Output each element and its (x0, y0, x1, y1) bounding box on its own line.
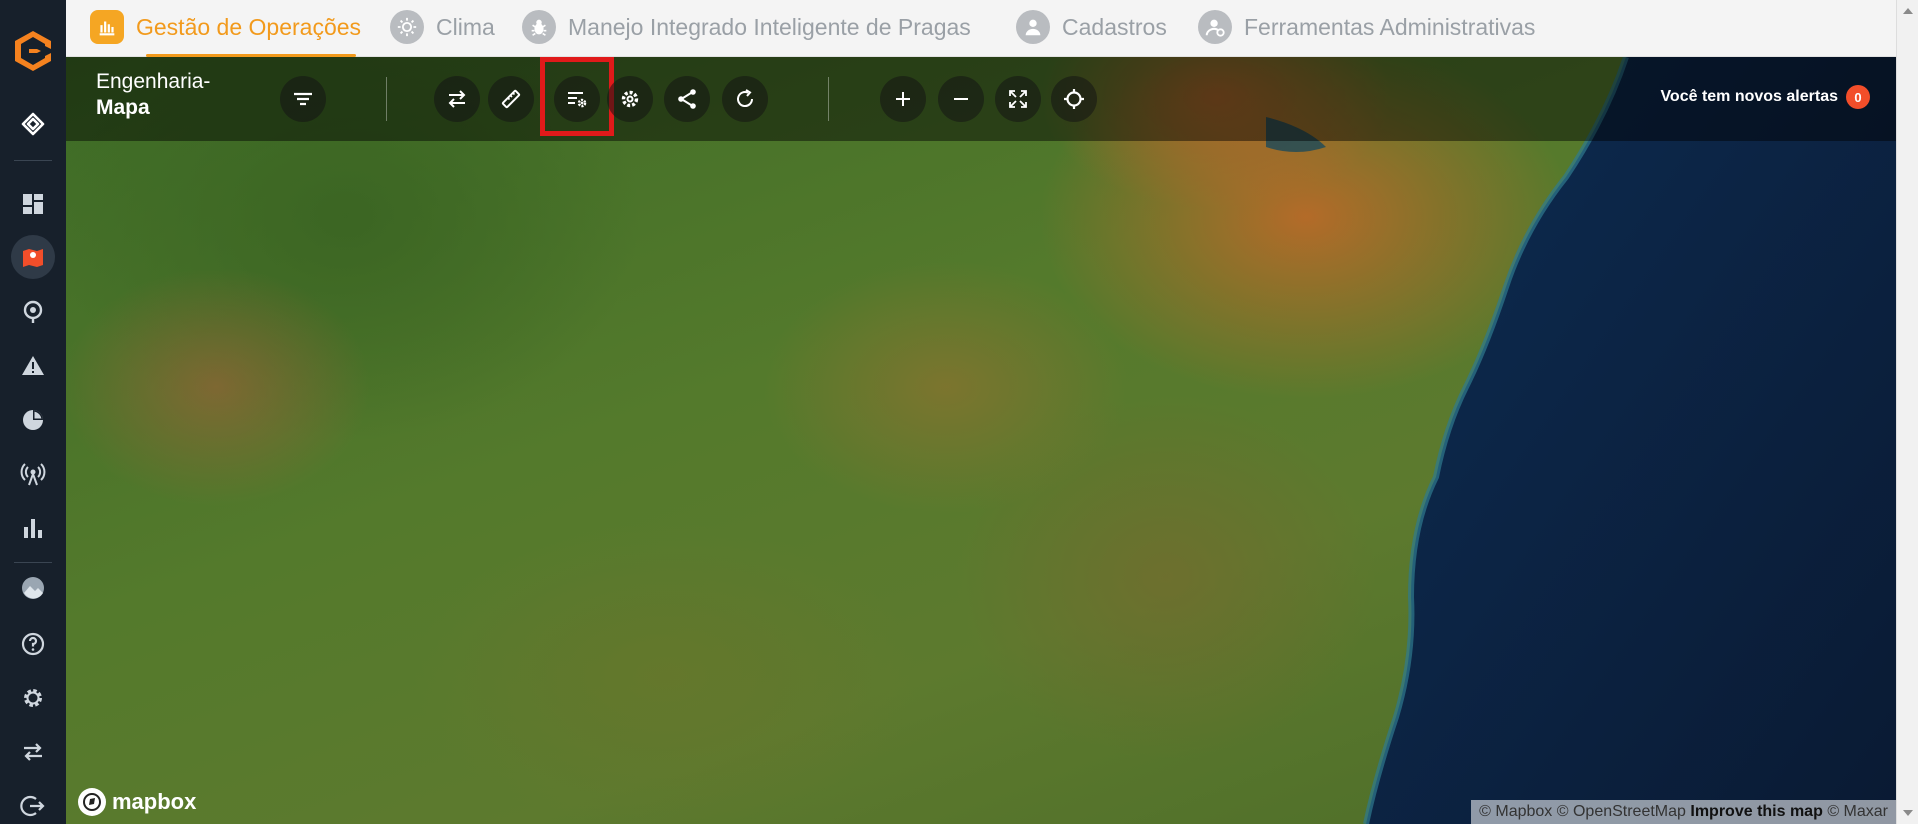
diamond-icon[interactable] (11, 102, 55, 146)
logo-icon[interactable] (8, 26, 58, 76)
satellite-pin-icon[interactable] (11, 290, 55, 334)
warning-icon[interactable] (11, 344, 55, 388)
settings-icon[interactable] (11, 676, 55, 720)
alerts-text: Você tem novos alertas (1660, 88, 1838, 105)
map-attribution: © Mapbox © OpenStreetMap Improve this ma… (1471, 800, 1896, 824)
gear-icon (621, 90, 639, 108)
attribution-maxar[interactable]: © Maxar (1827, 803, 1888, 820)
bug-icon (522, 10, 556, 44)
logout-icon[interactable] (11, 784, 55, 824)
toolbar-divider (828, 77, 829, 121)
left-rail (0, 0, 66, 824)
mapbox-logo[interactable]: mapbox (78, 788, 196, 816)
admin-user-icon (1198, 10, 1232, 44)
rail-divider (14, 160, 52, 161)
pie-chart-icon[interactable] (11, 398, 55, 442)
locate-icon (1064, 89, 1084, 109)
alerts-badge: 0 (1846, 85, 1870, 109)
refresh-icon (737, 89, 754, 108)
dashboard-icon[interactable] (11, 182, 55, 226)
mapbox-logo-text: mapbox (112, 789, 197, 814)
share-button[interactable] (664, 76, 710, 122)
ocean-area (1266, 57, 1896, 824)
highlight-box (540, 57, 614, 136)
alerts-indicator[interactable]: Você tem novos alertas 0 (1660, 85, 1870, 109)
fullscreen-button[interactable] (995, 76, 1041, 122)
scroll-down-icon[interactable] (1903, 810, 1913, 816)
fullscreen-icon (1009, 90, 1027, 108)
attribution-improve[interactable]: Improve this map (1690, 803, 1822, 820)
satellite-map[interactable]: Engenharia- Mapa Você tem novos alertas … (66, 57, 1896, 824)
filter-button[interactable] (280, 76, 326, 122)
scroll-up-icon[interactable] (1903, 8, 1913, 14)
swap-icon[interactable] (11, 730, 55, 774)
bar-chart-icon[interactable] (11, 506, 55, 550)
tab-ferramentas-administrativas[interactable]: Ferramentas Administrativas (1198, 0, 1535, 54)
rail-divider (14, 562, 52, 563)
map-title-line2: Mapa (96, 96, 150, 119)
map-pin-icon[interactable] (11, 235, 55, 279)
user-icon (1016, 10, 1050, 44)
map-title-line1: Engenharia- (96, 70, 211, 93)
mapbox-logo-icon (78, 788, 106, 816)
avatar[interactable] (11, 566, 55, 610)
measure-button[interactable] (488, 76, 534, 122)
ruler-icon (501, 89, 521, 109)
tab-label: Cadastros (1062, 13, 1167, 40)
tab-gestao-operacoes[interactable]: Gestão de Operações (90, 0, 361, 54)
share-icon (678, 89, 696, 109)
filter-icon (294, 92, 312, 106)
tab-label: Gestão de Operações (136, 13, 362, 40)
swap-arrows-icon (448, 90, 466, 108)
operations-icon (90, 10, 124, 44)
vertical-scrollbar[interactable] (1896, 0, 1918, 824)
swap-layers-button[interactable] (434, 76, 480, 122)
tab-manejo-pragas[interactable]: Manejo Integrado Inteligente de Pragas (522, 0, 971, 54)
tab-label: Manejo Integrado Inteligente de Pragas (568, 13, 971, 40)
top-nav: Gestão de Operações Clima Manejo Integra… (66, 0, 1896, 57)
toolbar-divider (386, 77, 387, 121)
tab-label: Ferramentas Administrativas (1244, 13, 1536, 40)
settings-button[interactable] (607, 76, 653, 122)
refresh-button[interactable] (722, 76, 768, 122)
tab-label: Clima (436, 13, 495, 40)
zoom-in-button[interactable] (880, 76, 926, 122)
sun-icon (390, 10, 424, 44)
help-icon[interactable] (11, 622, 55, 666)
tab-cadastros[interactable]: Cadastros (1016, 0, 1167, 54)
zoom-in-icon (896, 92, 910, 106)
attribution-mapbox[interactable]: © Mapbox (1479, 803, 1552, 820)
map-title: Engenharia- Mapa (96, 69, 210, 121)
zoom-out-button[interactable] (938, 76, 984, 122)
tab-clima[interactable]: Clima (390, 0, 495, 54)
zoom-out-icon (954, 98, 968, 100)
attribution-osm[interactable]: © OpenStreetMap (1557, 803, 1686, 820)
locate-button[interactable] (1051, 76, 1097, 122)
antenna-icon[interactable] (11, 452, 55, 496)
